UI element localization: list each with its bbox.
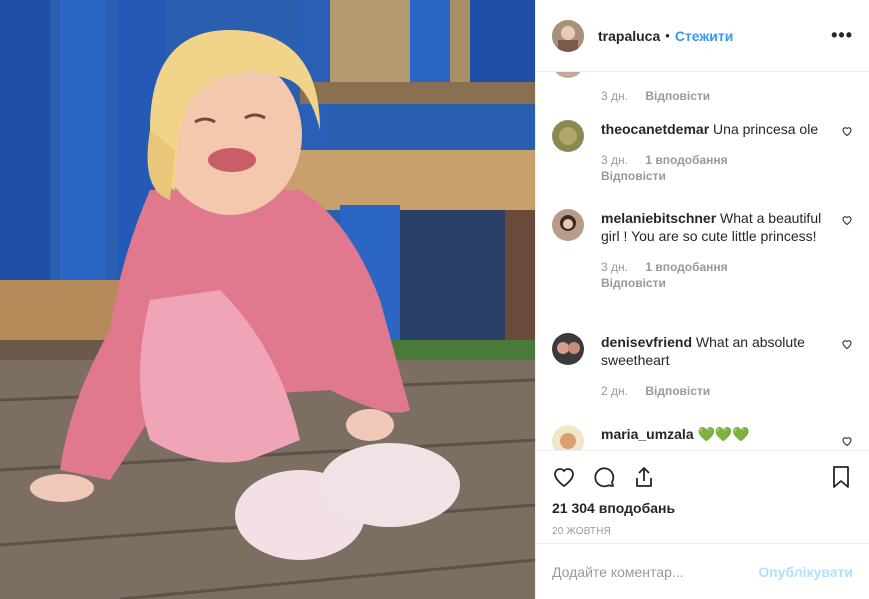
reply-button[interactable]: Відповісти <box>645 384 710 398</box>
comment-text: melaniebitschner What a beautiful girl !… <box>601 209 825 245</box>
comment-input[interactable]: Додайте коментар... <box>552 564 684 580</box>
follow-button[interactable]: Стежити <box>675 28 734 44</box>
commenter-avatar[interactable] <box>552 333 584 365</box>
commenter-username[interactable]: denisevfriend <box>601 334 692 350</box>
header-separator: • <box>665 28 670 43</box>
commenter-avatar[interactable] <box>552 425 584 450</box>
comment-item: 3 дн. Відповісти <box>552 72 853 104</box>
commenter-avatar[interactable] <box>552 120 584 152</box>
author-username[interactable]: trapaluca <box>598 28 660 44</box>
comment-time: 3 дн. <box>601 153 628 167</box>
comment-likes[interactable]: 1 вподобання <box>645 260 727 274</box>
heart-icon[interactable] <box>841 214 853 226</box>
comment-time: 3 дн. <box>601 89 628 103</box>
reply-button[interactable]: Відповісти <box>601 276 666 290</box>
commenter-avatar[interactable] <box>552 209 584 241</box>
commenter-username[interactable]: theocanetdemar <box>601 121 709 137</box>
likes-count[interactable]: 21 304 вподобань <box>536 499 869 517</box>
post-date[interactable]: 20 жовтня <box>536 526 869 537</box>
heart-icon[interactable] <box>841 125 853 137</box>
post-photo[interactable] <box>0 0 535 599</box>
comment-item: melaniebitschner What a beautiful girl !… <box>552 209 853 291</box>
add-comment-bar: Додайте коментар... Опублікувати <box>536 543 869 599</box>
comment-time: 3 дн. <box>601 260 628 274</box>
comment-text: theocanetdemar Una princesa ole <box>601 120 825 138</box>
comment-content: Una princesa ole <box>713 121 819 137</box>
commenter-username[interactable]: maria_umzala <box>601 426 694 442</box>
comments-list[interactable]: 3 дн. Відповісти theocanetdemar Una prin… <box>536 72 869 450</box>
comment-content: 💚💚💚 <box>697 426 750 442</box>
comment-meta: 3 дн. 1 вподобання Відповісти <box>601 259 853 291</box>
comment-icon[interactable] <box>592 465 616 489</box>
share-icon[interactable] <box>632 465 656 489</box>
commenter-username[interactable]: melaniebitschner <box>601 210 716 226</box>
comment-text: maria_umzala 💚💚💚 <box>601 425 825 443</box>
publish-button[interactable]: Опублікувати <box>758 564 853 580</box>
author-avatar[interactable] <box>552 19 584 52</box>
heart-icon[interactable] <box>552 465 576 489</box>
post-actions <box>536 450 869 502</box>
comment-meta: 3 дн. 1 вподобання Відповісти <box>601 152 853 184</box>
comment-item: maria_umzala 💚💚💚 <box>552 425 853 450</box>
comment-meta: 2 дн. Відповісти <box>601 383 853 399</box>
comment-meta: 3 дн. Відповісти <box>601 88 853 104</box>
photo-illustration <box>0 0 535 599</box>
instagram-post: trapaluca • Стежити ••• 3 дн. Відповісти <box>0 0 869 599</box>
comment-time: 2 дн. <box>601 384 628 398</box>
bookmark-icon[interactable] <box>829 465 853 489</box>
more-icon[interactable]: ••• <box>831 25 853 46</box>
commenter-avatar[interactable] <box>552 72 584 78</box>
post-header: trapaluca • Стежити ••• <box>536 0 869 72</box>
comment-item: theocanetdemar Una princesa ole 3 дн. 1 … <box>552 120 853 184</box>
post-sidebar: trapaluca • Стежити ••• 3 дн. Відповісти <box>535 0 869 599</box>
comment-item: denisevfriend What an absolute sweethear… <box>552 333 853 399</box>
comment-likes[interactable]: 1 вподобання <box>645 153 727 167</box>
reply-button[interactable]: Відповісти <box>645 89 710 103</box>
reply-button[interactable]: Відповісти <box>601 169 666 183</box>
heart-icon[interactable] <box>841 338 853 350</box>
heart-icon[interactable] <box>841 435 853 447</box>
comment-text: denisevfriend What an absolute sweethear… <box>601 333 825 369</box>
